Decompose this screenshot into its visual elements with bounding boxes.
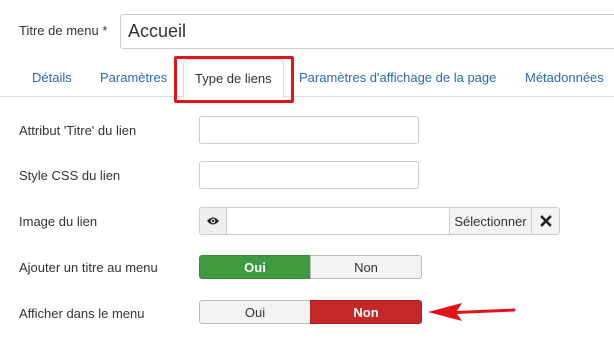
menu-title-label: Titre de menu *: [19, 23, 108, 38]
show-in-menu-switch: Oui Non: [199, 300, 422, 324]
menu-title-row: Titre de menu *: [0, 0, 614, 56]
image-clear-button[interactable]: [531, 207, 560, 235]
add-title-yes-button[interactable]: Oui: [199, 255, 311, 279]
tab-details[interactable]: Détails: [32, 59, 72, 97]
link-css-input[interactable]: [199, 161, 419, 189]
image-select-button[interactable]: Sélectionner: [449, 207, 532, 235]
annotation-arrow-icon: [428, 303, 516, 321]
tab-parametres[interactable]: Paramètres: [100, 59, 167, 97]
show-in-menu-no-button[interactable]: Non: [310, 300, 422, 324]
add-title-no-button[interactable]: Non: [310, 255, 422, 279]
menu-title-input[interactable]: [120, 14, 614, 49]
add-title-label: Ajouter un titre au menu: [19, 260, 158, 275]
show-in-menu-yes-button[interactable]: Oui: [199, 300, 311, 324]
link-image-input[interactable]: [226, 207, 450, 235]
tab-bar: Détails Paramètres Type de liens Paramèt…: [0, 59, 614, 98]
tab-type-de-liens[interactable]: Type de liens: [183, 59, 284, 98]
eye-icon[interactable]: [199, 207, 227, 235]
x-icon: [539, 215, 552, 227]
tab-metadonnees[interactable]: Métadonnées: [525, 59, 604, 97]
link-image-field: Sélectionner: [199, 207, 560, 235]
show-in-menu-label: Afficher dans le menu: [19, 306, 145, 321]
link-title-attr-label: Attribut 'Titre' du lien: [19, 123, 137, 138]
tab-parametres-affichage[interactable]: Paramètres d'affichage de la page: [299, 59, 496, 97]
link-image-label: Image du lien: [19, 214, 98, 229]
link-title-attr-input[interactable]: [199, 116, 419, 144]
link-css-label: Style CSS du lien: [19, 168, 121, 183]
add-title-switch: Oui Non: [199, 255, 422, 279]
